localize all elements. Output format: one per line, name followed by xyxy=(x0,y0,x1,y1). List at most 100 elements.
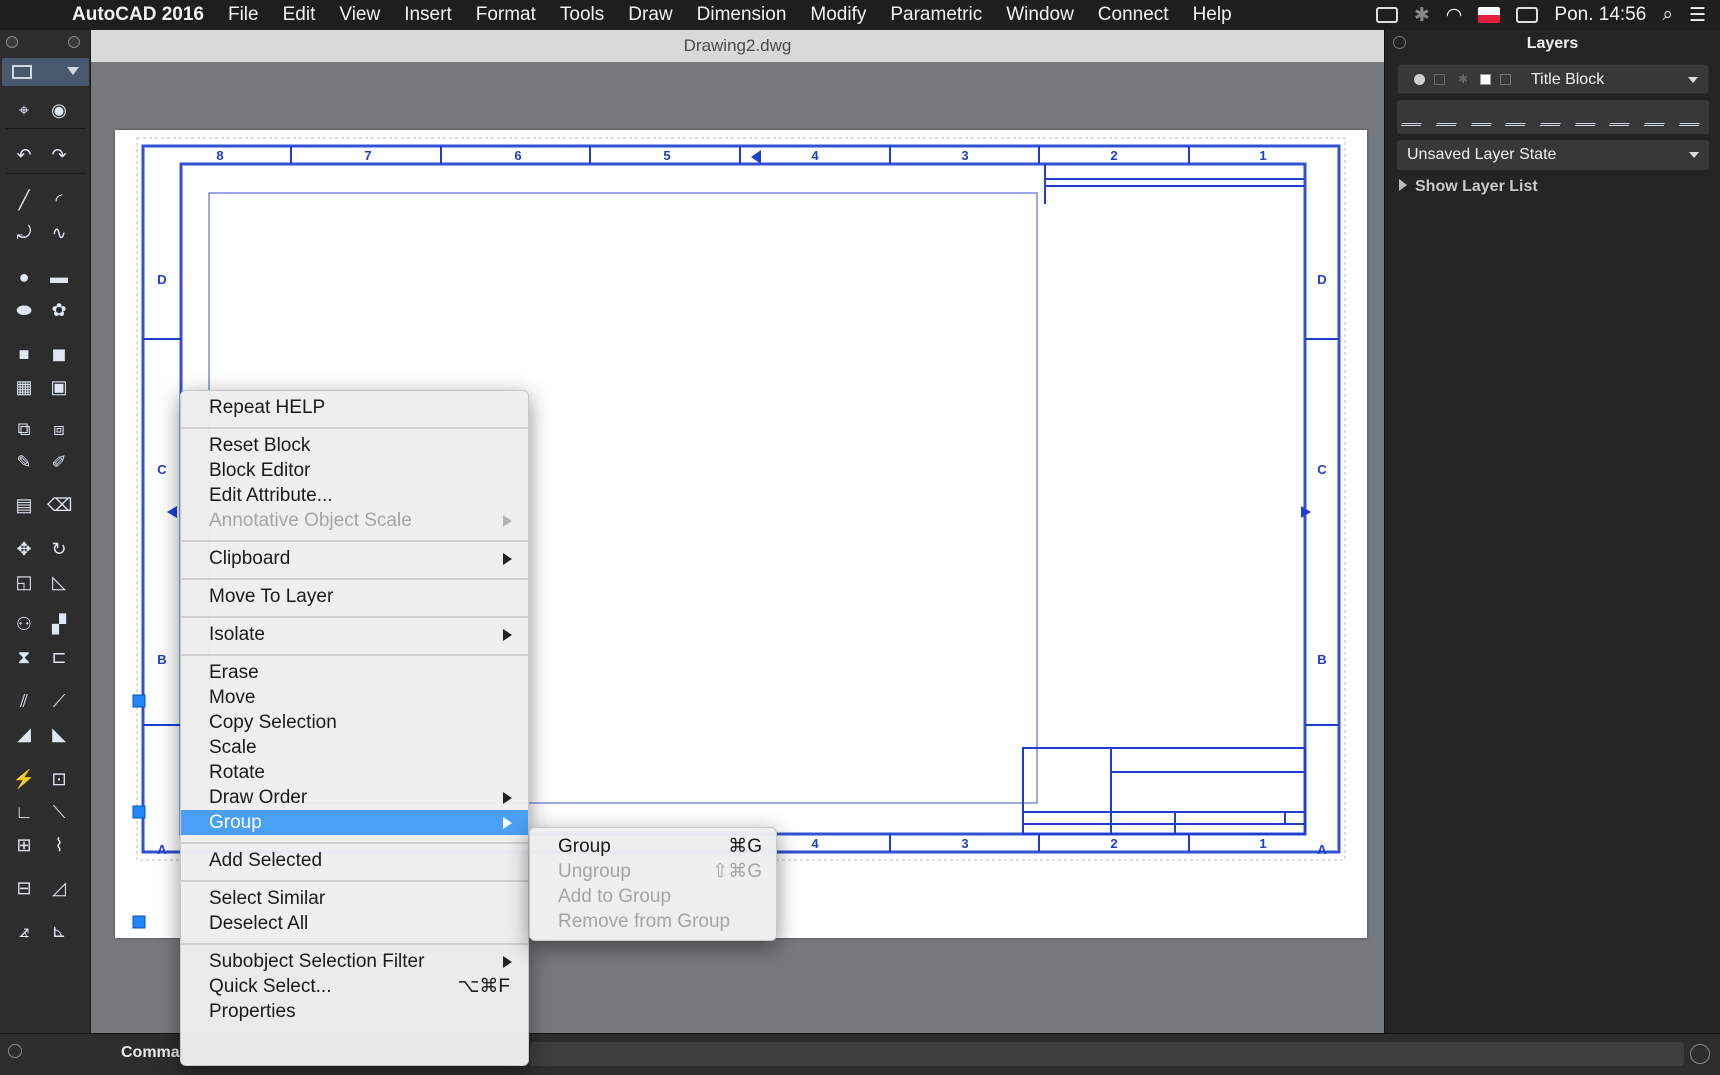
selection-mode-dropdown[interactable] xyxy=(2,58,89,86)
orbit-tool-icon[interactable]: ◉ xyxy=(47,100,71,120)
menu-item-draw-order[interactable]: Draw Order xyxy=(181,785,528,810)
layer-match-icon[interactable] xyxy=(1505,108,1532,126)
layer-state-dropdown[interactable]: Unsaved Layer State xyxy=(1397,140,1709,170)
undo-icon[interactable]: ↶ xyxy=(12,145,36,165)
move-tool-icon[interactable]: ✥ xyxy=(12,539,36,559)
mirror-tool-icon[interactable]: ⧗ xyxy=(12,647,36,667)
aligned-dimension-icon[interactable]: ◿ xyxy=(47,878,71,898)
command-line-close-icon[interactable] xyxy=(8,1044,22,1058)
scale-tool-icon[interactable]: ◱ xyxy=(12,572,36,592)
line-tool-icon[interactable]: ╱ xyxy=(12,190,36,210)
menu-item-clipboard[interactable]: Clipboard xyxy=(181,546,528,571)
crosshair-tool-icon[interactable]: ⌖ xyxy=(12,100,36,120)
input-source-flag-icon[interactable] xyxy=(1478,7,1501,23)
menu-file[interactable]: File xyxy=(228,4,259,26)
keyboard-icon[interactable] xyxy=(1375,7,1398,23)
layer-off-icon[interactable] xyxy=(1608,108,1636,126)
layer-freeze-icon[interactable] xyxy=(1574,108,1601,126)
grip-handle[interactable] xyxy=(132,694,146,708)
app-menu[interactable]: AutoCAD 2016 xyxy=(72,4,204,26)
menu-item-copy-selection[interactable]: Copy Selection xyxy=(181,710,528,735)
submenu-item-group[interactable]: Group ⌘G xyxy=(530,834,776,859)
menu-item-add-selected[interactable]: Add Selected xyxy=(181,848,528,873)
region-tool-icon[interactable]: ■ xyxy=(12,344,36,364)
layer-lock-icon[interactable] xyxy=(1643,108,1671,126)
clock[interactable]: Pon. 14:56 xyxy=(1554,4,1646,26)
menu-item-subobject-selection-filter[interactable]: Subobject Selection Filter xyxy=(181,949,528,974)
menu-insert[interactable]: Insert xyxy=(404,4,452,26)
extend-tool-icon[interactable]: ⟋ xyxy=(47,691,71,711)
layer-previous-icon[interactable] xyxy=(1470,108,1497,126)
battery-icon[interactable] xyxy=(1516,7,1539,23)
menu-format[interactable]: Format xyxy=(476,4,536,26)
linear-dimension-icon[interactable]: ⊟ xyxy=(12,878,36,898)
palette-close-icon[interactable] xyxy=(6,36,18,48)
circle-tool-icon[interactable]: ● xyxy=(12,267,36,287)
menu-parametric[interactable]: Parametric xyxy=(890,4,982,26)
palette-collapse-icon[interactable] xyxy=(68,36,80,48)
rectangle-tool-icon[interactable]: ▬ xyxy=(47,267,71,287)
menu-item-isolate[interactable]: Isolate xyxy=(181,622,528,647)
ucs-tool-icon[interactable]: ⊾ xyxy=(47,921,71,941)
array-tool-icon[interactable]: ▞ xyxy=(47,614,71,634)
lengthen-tool-icon[interactable]: ⟍ xyxy=(47,802,71,822)
menu-item-select-similar[interactable]: Select Similar xyxy=(181,886,528,911)
command-input[interactable] xyxy=(530,1042,1684,1066)
trim-tool-icon[interactable]: ⫽ xyxy=(12,691,36,711)
ellipse-tool-icon[interactable]: ⬬ xyxy=(12,300,36,320)
arc-tool-icon[interactable]: ◜ xyxy=(47,190,71,210)
menu-item-rotate[interactable]: Rotate xyxy=(181,760,528,785)
menu-window[interactable]: Window xyxy=(1006,4,1074,26)
menu-item-edit-attribute[interactable]: Edit Attribute... xyxy=(181,483,528,508)
stretch-tool-icon[interactable]: ◺ xyxy=(47,572,71,592)
menu-connect[interactable]: Connect xyxy=(1098,4,1169,26)
chamfer-tool-icon[interactable]: ◣ xyxy=(47,724,71,744)
insert-block-icon[interactable]: ⧉ xyxy=(12,419,36,439)
menu-tools[interactable]: Tools xyxy=(560,4,604,26)
join-tool-icon[interactable]: ⊡ xyxy=(47,769,71,789)
menu-edit[interactable]: Edit xyxy=(283,4,316,26)
grip-handle[interactable] xyxy=(132,805,146,819)
menu-item-move[interactable]: Move xyxy=(181,685,528,710)
menu-item-reset-block[interactable]: Reset Block xyxy=(181,433,528,458)
break-tool-icon[interactable]: ∟ xyxy=(12,802,36,822)
menu-item-group[interactable]: Group xyxy=(181,810,528,835)
eraser-icon[interactable]: ⌫ xyxy=(47,495,72,515)
show-layer-list-toggle[interactable]: Show Layer List xyxy=(1399,178,1538,196)
measure-tool-icon[interactable]: ⦨ xyxy=(12,921,36,941)
spotlight-search-icon[interactable]: ⌕ xyxy=(1662,4,1673,26)
menu-item-erase[interactable]: Erase xyxy=(181,660,528,685)
menu-modify[interactable]: Modify xyxy=(810,4,866,26)
menu-item-scale[interactable]: Scale xyxy=(181,735,528,760)
explode-tool-icon[interactable]: ⚡ xyxy=(12,769,36,789)
make-current-icon[interactable] xyxy=(1435,108,1463,126)
menu-item-deselect-all[interactable]: Deselect All xyxy=(181,911,528,936)
menu-view[interactable]: View xyxy=(339,4,380,26)
revcloud-tool-icon[interactable]: ✿ xyxy=(47,300,71,320)
command-history-icon[interactable] xyxy=(1690,1044,1710,1064)
paint-brush-icon[interactable]: ✐ xyxy=(47,452,71,472)
menu-draw[interactable]: Draw xyxy=(628,4,672,26)
layer-isolate-icon[interactable] xyxy=(1539,108,1567,126)
notification-center-icon[interactable]: ☰ xyxy=(1689,4,1706,27)
create-block-icon[interactable]: ⧈ xyxy=(47,419,71,439)
current-layer-dropdown[interactable]: ✱ Title Block xyxy=(1397,64,1709,94)
offset-tool-icon[interactable]: ⊏ xyxy=(47,647,71,667)
menu-dimension[interactable]: Dimension xyxy=(697,4,787,26)
edit-polyline-icon[interactable]: ⌇ xyxy=(47,835,71,855)
redo-icon[interactable]: ↷ xyxy=(47,145,71,165)
menu-item-repeat-help[interactable]: Repeat HELP xyxy=(181,395,528,420)
menu-item-quick-select[interactable]: Quick Select... ⌥⌘F xyxy=(181,974,528,999)
boundary-tool-icon[interactable]: ◼ xyxy=(47,344,71,364)
menu-item-properties[interactable]: Properties xyxy=(181,999,528,1024)
rotate-tool-icon[interactable]: ↻ xyxy=(47,539,71,559)
hatch-tool-icon[interactable]: ▦ xyxy=(12,377,36,397)
align-tool-icon[interactable]: ⊞ xyxy=(12,835,36,855)
table-tool-icon[interactable]: ▤ xyxy=(12,495,36,515)
grip-handle[interactable] xyxy=(132,915,146,929)
wipeout-tool-icon[interactable]: ▣ xyxy=(47,377,71,397)
layer-unlock-icon[interactable] xyxy=(1678,108,1705,126)
wifi-icon[interactable]: ◠ xyxy=(1446,4,1463,27)
panel-close-icon[interactable] xyxy=(1393,36,1406,49)
menu-item-block-editor[interactable]: Block Editor xyxy=(181,458,528,483)
